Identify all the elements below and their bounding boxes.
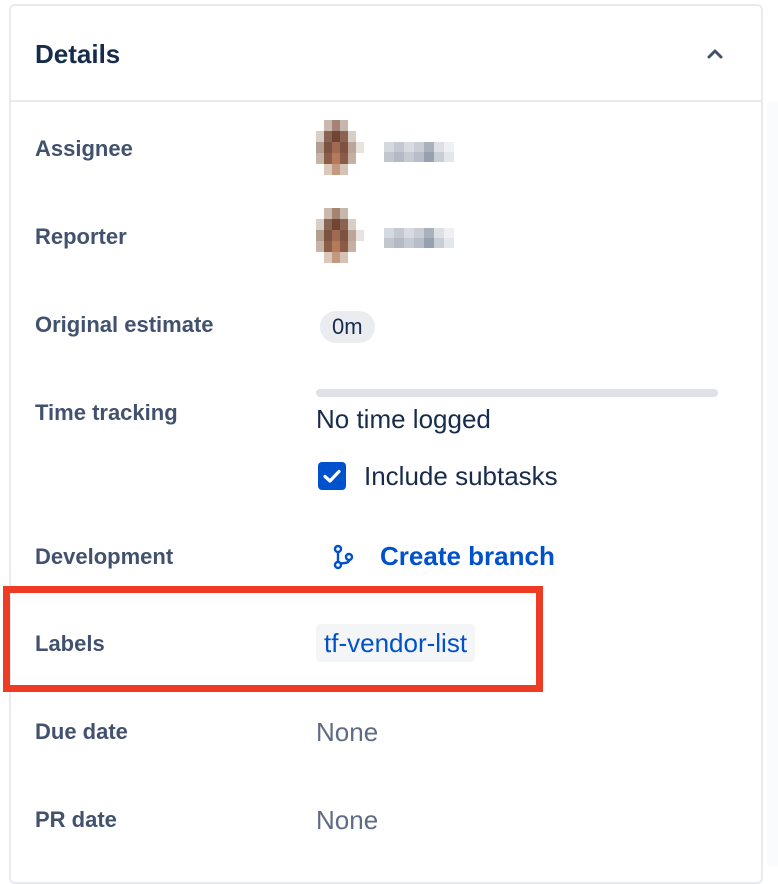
original-estimate-value[interactable]: 0m [320, 311, 375, 343]
details-header[interactable]: Details [11, 6, 761, 102]
chevron-up-icon [707, 49, 723, 59]
pr-date-value[interactable]: None [316, 805, 378, 835]
reporter-avatar[interactable] [316, 208, 372, 264]
time-tracking-status: No time logged [316, 404, 491, 434]
include-subtasks-checkbox[interactable] [318, 462, 346, 490]
due-date-label: Due date [35, 719, 128, 744]
time-tracking-label: Time tracking [35, 400, 178, 425]
create-branch-text[interactable]: Create branch [380, 541, 555, 571]
scrollbar[interactable] [767, 102, 778, 866]
pr-date-label: PR date [35, 807, 117, 832]
reporter-name[interactable] [384, 228, 456, 250]
git-branch-icon [333, 544, 354, 570]
assignee-avatar[interactable] [316, 120, 372, 176]
assignee-name[interactable] [384, 142, 456, 164]
collapse-button[interactable] [701, 40, 729, 68]
highlight-annotation [3, 586, 543, 692]
original-estimate-label: Original estimate [35, 312, 214, 337]
assignee-label: Assignee [35, 136, 133, 161]
reporter-label: Reporter [35, 224, 127, 249]
checkmark-icon [323, 469, 341, 483]
include-subtasks-label[interactable]: Include subtasks [364, 461, 558, 491]
due-date-value[interactable]: None [316, 717, 378, 747]
time-tracking-progress[interactable] [316, 389, 718, 397]
panel-title: Details [35, 39, 121, 69]
development-label: Development [35, 544, 174, 569]
